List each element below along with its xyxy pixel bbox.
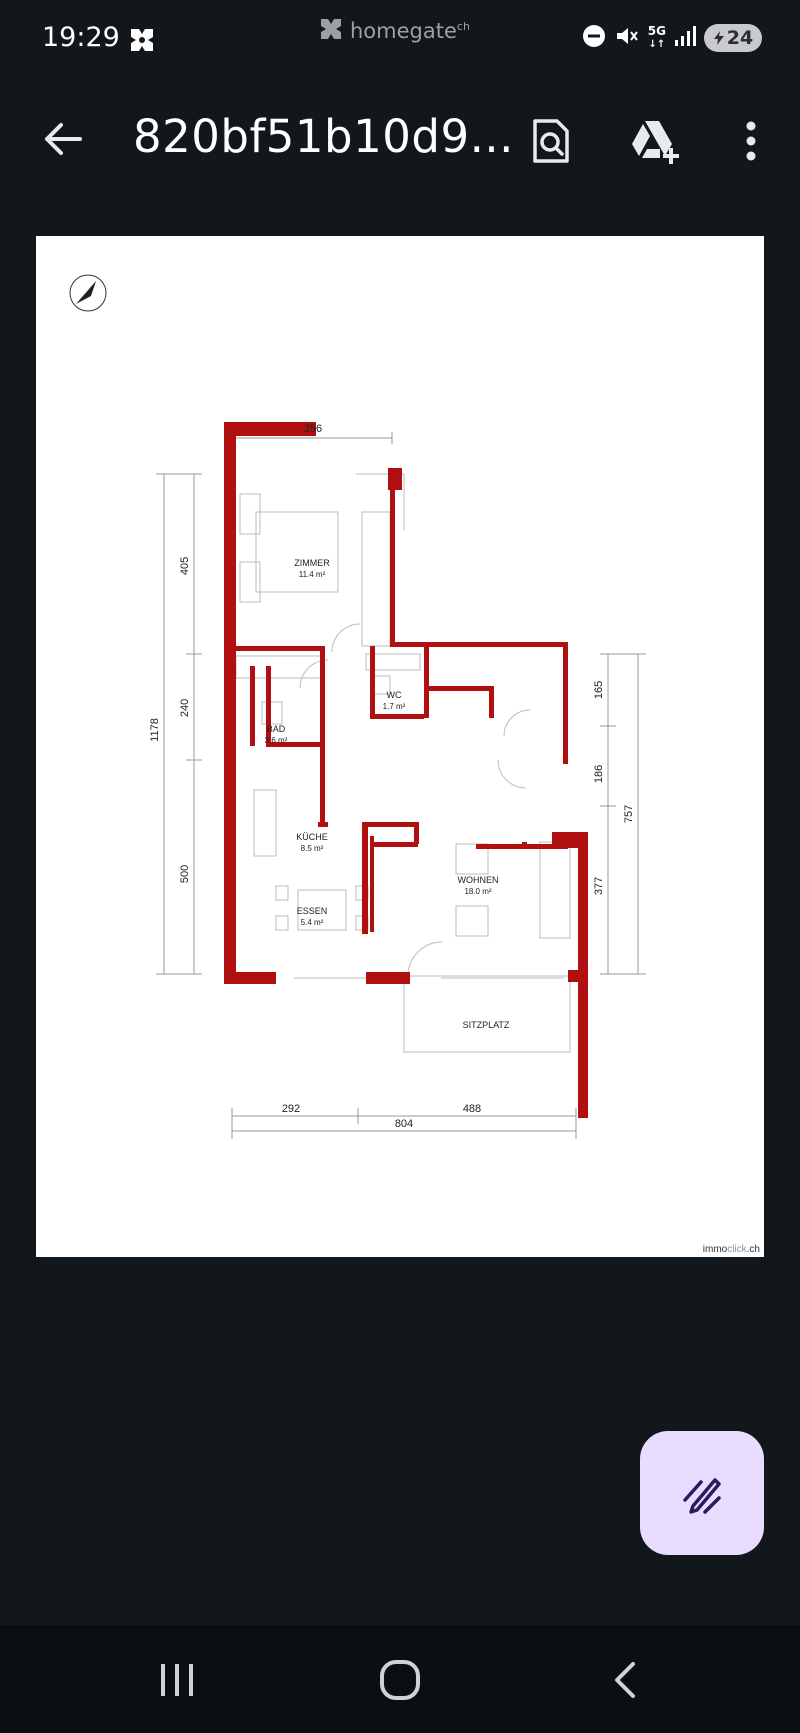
status-bar: 19:29 homegatech 5G ↓↑ 24 <box>0 0 800 80</box>
status-app-name: homegatech <box>350 19 470 43</box>
room-area: 18.0 m² <box>464 887 491 896</box>
status-icons: 5G ↓↑ 24 <box>582 24 762 52</box>
dim-left-2: 240 <box>179 699 191 717</box>
dim-right-total: 757 <box>623 805 635 823</box>
app-bar: 820bf51b10d9... <box>0 96 800 186</box>
dim-top: 356 <box>304 423 322 435</box>
room-name: WC <box>387 690 402 700</box>
dim-bottom-1: 292 <box>282 1103 300 1115</box>
room-area: 8.5 m² <box>301 844 324 853</box>
edit-pen-icon <box>683 1478 721 1514</box>
back-nav-button[interactable] <box>594 1655 654 1705</box>
dim-bottom-2: 488 <box>463 1103 481 1115</box>
system-nav-bar <box>0 1625 800 1733</box>
room-area: 11.4 m² <box>299 570 326 579</box>
watermark: immoclick.ch <box>702 1244 760 1255</box>
more-options-button[interactable] <box>724 114 778 168</box>
search-document-button[interactable] <box>524 114 578 168</box>
home-icon <box>380 1660 420 1700</box>
dnd-icon <box>582 24 606 52</box>
floor-plan: ZIMMER 11.4 m² WC 1.7 m² BAD 3.6 m² KÜCH… <box>69 274 646 1139</box>
more-vert-icon <box>746 121 756 161</box>
recent-apps-button[interactable] <box>147 1655 207 1705</box>
battery-icon: 24 <box>704 24 762 52</box>
back-button[interactable] <box>38 114 88 164</box>
dim-right-1: 165 <box>593 681 605 699</box>
room-name: SITZPLATZ <box>463 1020 510 1030</box>
home-button[interactable] <box>370 1655 430 1705</box>
dim-left-1: 405 <box>179 557 191 575</box>
app-logo-icon <box>318 16 344 46</box>
recent-apps-icon <box>161 1664 193 1696</box>
walls <box>224 422 588 1118</box>
battery-level: 24 <box>726 27 754 49</box>
status-app-indicator: homegatech <box>318 16 470 46</box>
back-icon <box>615 1662 635 1698</box>
dim-right-2: 186 <box>593 765 605 783</box>
status-time: 19:29 <box>42 22 120 53</box>
notification-icon <box>128 26 156 58</box>
room-area: 1.7 m² <box>383 702 406 711</box>
document-title: 820bf51b10d9... <box>133 110 514 163</box>
room-area: 3.6 m² <box>265 736 288 745</box>
room-name: WOHNEN <box>458 875 499 885</box>
search-document-icon <box>533 119 569 163</box>
furniture <box>235 473 571 1053</box>
signal-icon <box>674 25 696 51</box>
add-to-drive-button[interactable] <box>628 114 682 168</box>
room-name: KÜCHE <box>296 832 328 842</box>
dim-right-3: 377 <box>593 877 605 895</box>
room-name: ZIMMER <box>294 558 330 568</box>
pdf-page[interactable]: ZIMMER 11.4 m² WC 1.7 m² BAD 3.6 m² KÜCH… <box>36 236 764 1257</box>
dim-left-total: 1178 <box>149 718 161 742</box>
edit-fab-button[interactable] <box>640 1431 764 1555</box>
dim-left-3: 500 <box>179 865 191 883</box>
network-indicator: 5G ↓↑ <box>647 24 666 50</box>
add-to-drive-icon <box>632 121 679 164</box>
mute-icon <box>614 24 640 52</box>
room-name: ESSEN <box>297 906 328 916</box>
room-labels: ZIMMER 11.4 m² WC 1.7 m² BAD 3.6 m² KÜCH… <box>265 558 510 1030</box>
dim-bottom-total: 804 <box>395 1118 413 1130</box>
room-name: BAD <box>267 724 286 734</box>
compass-icon <box>69 274 107 312</box>
room-area: 5.4 m² <box>301 918 324 927</box>
arrow-left-icon <box>45 123 82 155</box>
